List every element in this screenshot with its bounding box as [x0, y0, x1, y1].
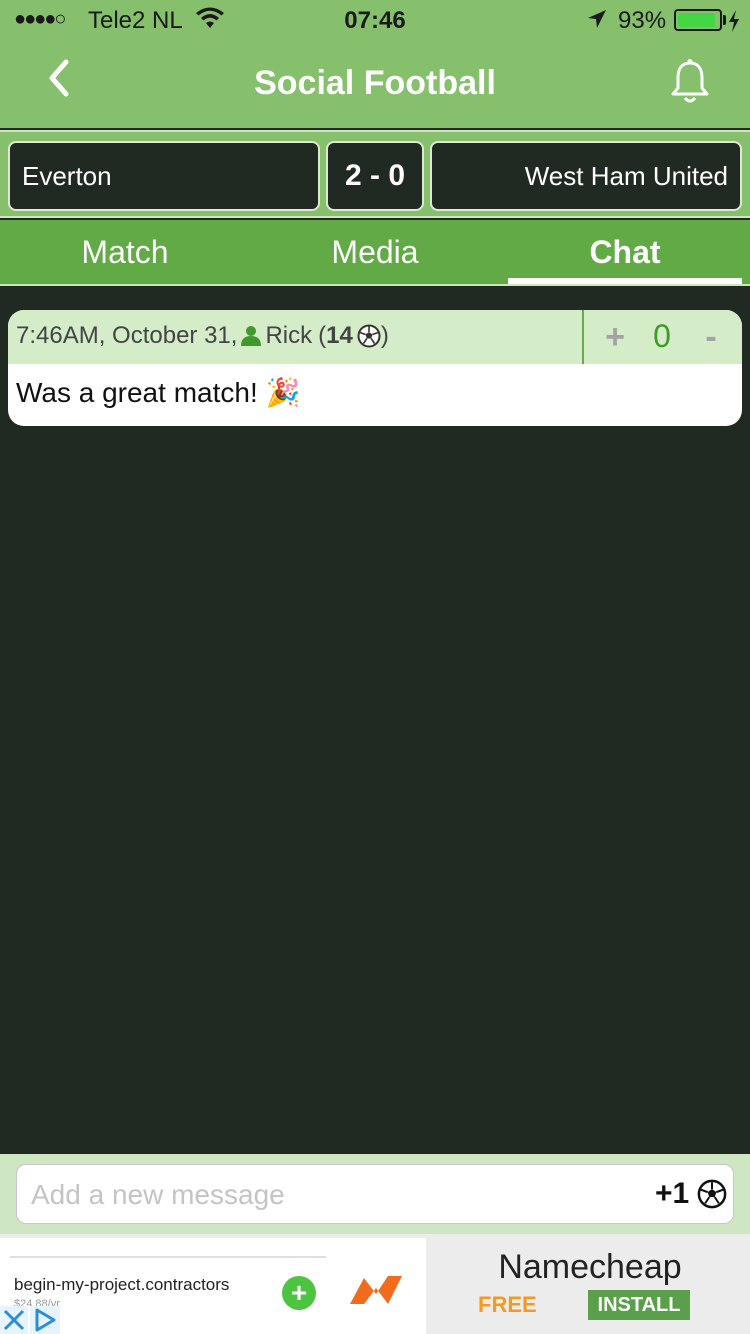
tab-media[interactable]: Media: [250, 220, 500, 284]
active-tab-indicator: [508, 278, 742, 284]
tab-chat[interactable]: Chat: [500, 220, 750, 284]
tab-match[interactable]: Match: [0, 220, 250, 284]
chat-message: 7:46AM, October 31, Rick ( 14 ) + 0 - Wa…: [8, 310, 742, 426]
ad-banner[interactable]: begin-my-project.contractors $24.88/yr +…: [0, 1234, 750, 1334]
ad-close-icon[interactable]: [0, 1306, 28, 1334]
points-open-paren: (: [318, 322, 327, 349]
ad-free-label: FREE: [478, 1292, 537, 1317]
battery-percentage: 93%: [618, 7, 667, 34]
namecheap-logo-icon: [350, 1276, 402, 1304]
message-header: 7:46AM, October 31, Rick ( 14 ) + 0 -: [8, 310, 742, 364]
vote-count: 0: [653, 318, 671, 354]
scoreboard: Everton 2 - 0 West Ham United: [0, 130, 750, 218]
upvote-button[interactable]: +: [600, 318, 630, 357]
message-author[interactable]: Rick: [265, 322, 312, 350]
tab-bar: Match Media Chat: [0, 220, 750, 286]
ad-install-button[interactable]: INSTALL: [588, 1290, 690, 1320]
home-team[interactable]: Everton: [8, 141, 320, 211]
football-icon[interactable]: [697, 1179, 727, 1209]
ad-brand-name: Namecheap: [498, 1248, 682, 1286]
message-composer: +1: [0, 1154, 750, 1234]
vote-divider: [582, 310, 584, 364]
battery-level-fill: [678, 13, 715, 27]
message-timestamp: 7:46AM, October 31,: [16, 322, 238, 349]
message-text: Was a great match! 🎉: [16, 377, 301, 408]
page-title: Social Football: [254, 64, 496, 102]
location-arrow-icon: [588, 10, 606, 28]
author-points: 14: [326, 322, 353, 349]
user-icon: [241, 326, 262, 346]
plus-one-button[interactable]: +1: [655, 1177, 689, 1211]
downvote-button[interactable]: -: [696, 318, 726, 357]
football-icon: [357, 324, 381, 348]
ad-preview[interactable]: begin-my-project.contractors $24.88/yr +: [0, 1238, 426, 1334]
message-meta: 7:46AM, October 31, Rick ( 14 ): [16, 322, 389, 350]
ad-url: begin-my-project.contractors: [14, 1275, 230, 1294]
away-team[interactable]: West Ham United: [430, 141, 742, 211]
ad-choices-icon[interactable]: [30, 1306, 60, 1334]
charging-bolt-icon: [729, 10, 739, 32]
status-bar: ●●●●○ Tele2 NL 07:46 93%: [0, 0, 750, 40]
battery-icon: [674, 9, 722, 31]
message-input[interactable]: [31, 1173, 631, 1217]
app-header: ●●●●○ Tele2 NL 07:46 93% Social Football: [0, 0, 750, 128]
points-close-paren: ): [380, 322, 389, 349]
message-input-box: +1: [16, 1164, 734, 1224]
ad-add-button[interactable]: +: [282, 1276, 316, 1310]
ad-divider: [10, 1256, 326, 1258]
bell-icon[interactable]: [668, 58, 712, 104]
match-score: 2 - 0: [326, 141, 424, 211]
battery-tip: [723, 15, 726, 25]
